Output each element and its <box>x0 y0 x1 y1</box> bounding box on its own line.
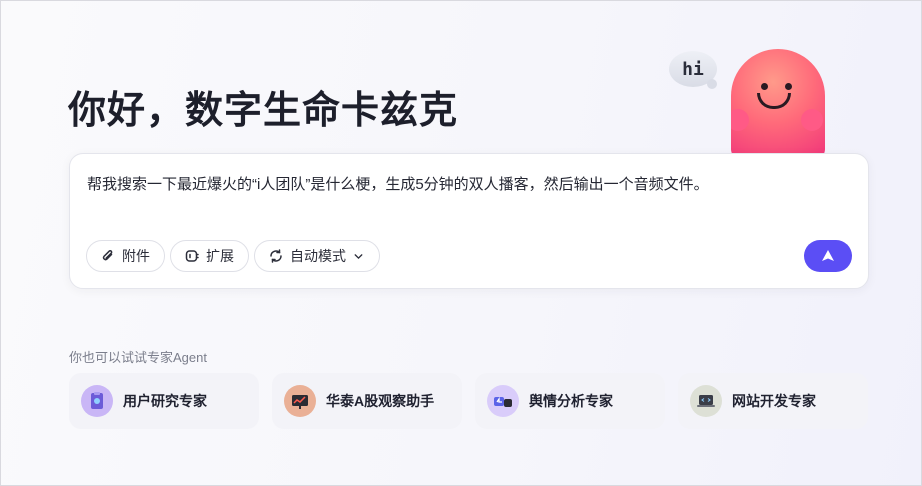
agent-card-user-research[interactable]: 用户研究专家 <box>69 373 259 429</box>
prompt-input[interactable]: 帮我搜索一下最近爆火的“i人团队”是什么梗，生成5分钟的双人播客，然后输出一个音… <box>87 174 848 196</box>
thumbs-avatar-icon <box>487 385 519 417</box>
laptop-avatar-icon <box>690 385 722 417</box>
agent-label: 网站开发专家 <box>732 393 816 409</box>
greeting-title: 你好，数字生命卡兹克 <box>68 90 459 132</box>
prompt-input-box[interactable]: 帮我搜索一下最近爆火的“i人团队”是什么梗，生成5分钟的双人播客，然后输出一个音… <box>69 153 869 289</box>
agent-card-huatai-stock[interactable]: 华泰A股观察助手 <box>272 373 462 429</box>
auto-mode-icon <box>270 249 282 263</box>
plugin-icon <box>185 250 199 262</box>
chevron-down-icon <box>354 253 363 259</box>
mascot-blob <box>731 49 825 159</box>
paperclip-icon <box>102 250 113 261</box>
agent-label: 华泰A股观察助手 <box>326 393 435 409</box>
send-button[interactable] <box>804 240 852 272</box>
mascot-arm-right <box>801 109 823 131</box>
clipboard-avatar-icon <box>81 385 113 417</box>
attach-label: 附件 <box>122 248 150 264</box>
expert-agents-title: 你也可以试试专家Agent <box>69 350 207 365</box>
extend-button[interactable]: 扩展 <box>170 240 249 272</box>
speech-bubble-tail <box>707 79 717 89</box>
stock-board-avatar-icon <box>284 385 316 417</box>
extend-label: 扩展 <box>206 248 234 264</box>
mascot-illustration: hi <box>669 45 839 159</box>
send-arrow-icon <box>822 250 834 261</box>
mode-select[interactable]: 自动模式 <box>254 240 380 272</box>
agent-card-web-dev[interactable]: 网站开发专家 <box>678 373 868 429</box>
agent-label: 用户研究专家 <box>123 393 207 409</box>
mascot-mouth <box>757 93 791 109</box>
agent-label: 舆情分析专家 <box>529 393 613 409</box>
mode-label: 自动模式 <box>290 248 346 264</box>
mascot-arm-left <box>731 109 749 131</box>
agent-card-sentiment[interactable]: 舆情分析专家 <box>475 373 665 429</box>
attach-button[interactable]: 附件 <box>86 240 165 272</box>
mascot-eye-right <box>785 83 792 90</box>
mascot-eye-left <box>761 83 768 90</box>
